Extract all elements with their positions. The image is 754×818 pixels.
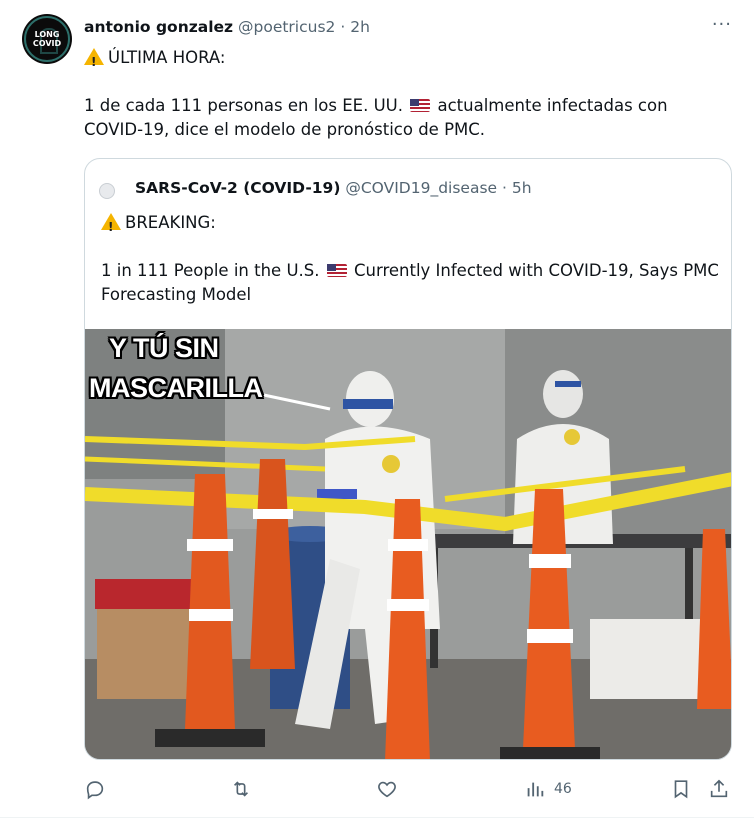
tweet-line-2a: 1 de cada 111 personas en los EE. UU.: [84, 96, 403, 115]
quoted-tweet[interactable]: SARS-CoV-2 (COVID-19) @COVID19_disease ·…: [84, 158, 732, 760]
reply-button[interactable]: [84, 774, 106, 804]
author-avatar[interactable]: LONG COVID: [22, 14, 72, 64]
author-handle[interactable]: @poetricus2: [238, 18, 335, 36]
views-button[interactable]: 46: [524, 774, 572, 804]
meme-caption-line1: Y TÚ SIN: [109, 333, 219, 363]
separator-dot: ·: [340, 18, 346, 36]
us-flag-icon: [410, 99, 431, 112]
tweet-time[interactable]: 2h: [350, 18, 370, 36]
quoted-tweet-time: 5h: [511, 179, 532, 197]
tweet-text: ÚLTIMA HORA: 1 de cada 111 personas en l…: [84, 46, 724, 142]
more-options-icon[interactable]: ···: [712, 14, 732, 35]
warning-icon: [84, 48, 104, 74]
us-flag-icon: [326, 264, 347, 277]
share-icon: [710, 779, 728, 798]
retweet-icon: [233, 781, 249, 797]
separator-dot: ·: [502, 179, 507, 197]
warning-icon: [101, 213, 121, 239]
views-count: 46: [554, 781, 572, 797]
quoted-author-avatar[interactable]: [99, 183, 115, 199]
author-name[interactable]: antonio gonzalez: [84, 18, 233, 36]
bookmark-icon: [674, 780, 688, 799]
avatar-text-line2: COVID: [32, 39, 62, 48]
views-icon: [527, 782, 544, 797]
reply-icon: [86, 781, 104, 800]
meme-caption-line2: MASCARILLA: [89, 373, 263, 403]
tweet-line-1: ÚLTIMA HORA:: [108, 48, 226, 67]
like-icon: [378, 781, 396, 798]
retweet-button[interactable]: [230, 774, 252, 804]
share-button[interactable]: [708, 774, 730, 804]
avatar-text-line1: LONG: [34, 30, 60, 39]
tweet-header: antonio gonzalez @poetricus2 · 2h: [84, 18, 370, 36]
tweet[interactable]: LONG COVID antonio gonzalez @poetricus2 …: [0, 0, 754, 818]
quoted-tweet-text: BREAKING: 1 in 111 People in the U.S. Cu…: [101, 211, 721, 307]
quoted-tweet-image[interactable]: Y TÚ SIN MASCARILLA: [85, 329, 731, 759]
quoted-author-handle: @COVID19_disease: [345, 179, 498, 197]
quoted-tweet-header: SARS-CoV-2 (COVID-19) @COVID19_disease ·…: [135, 179, 532, 197]
quoted-line-2a: 1 in 111 People in the U.S.: [101, 261, 320, 280]
action-bar: 46: [84, 774, 734, 804]
bookmark-button[interactable]: [670, 774, 692, 804]
like-button[interactable]: [376, 774, 398, 804]
quoted-author-name: SARS-CoV-2 (COVID-19): [135, 179, 341, 197]
quoted-line-1: BREAKING:: [125, 213, 216, 232]
